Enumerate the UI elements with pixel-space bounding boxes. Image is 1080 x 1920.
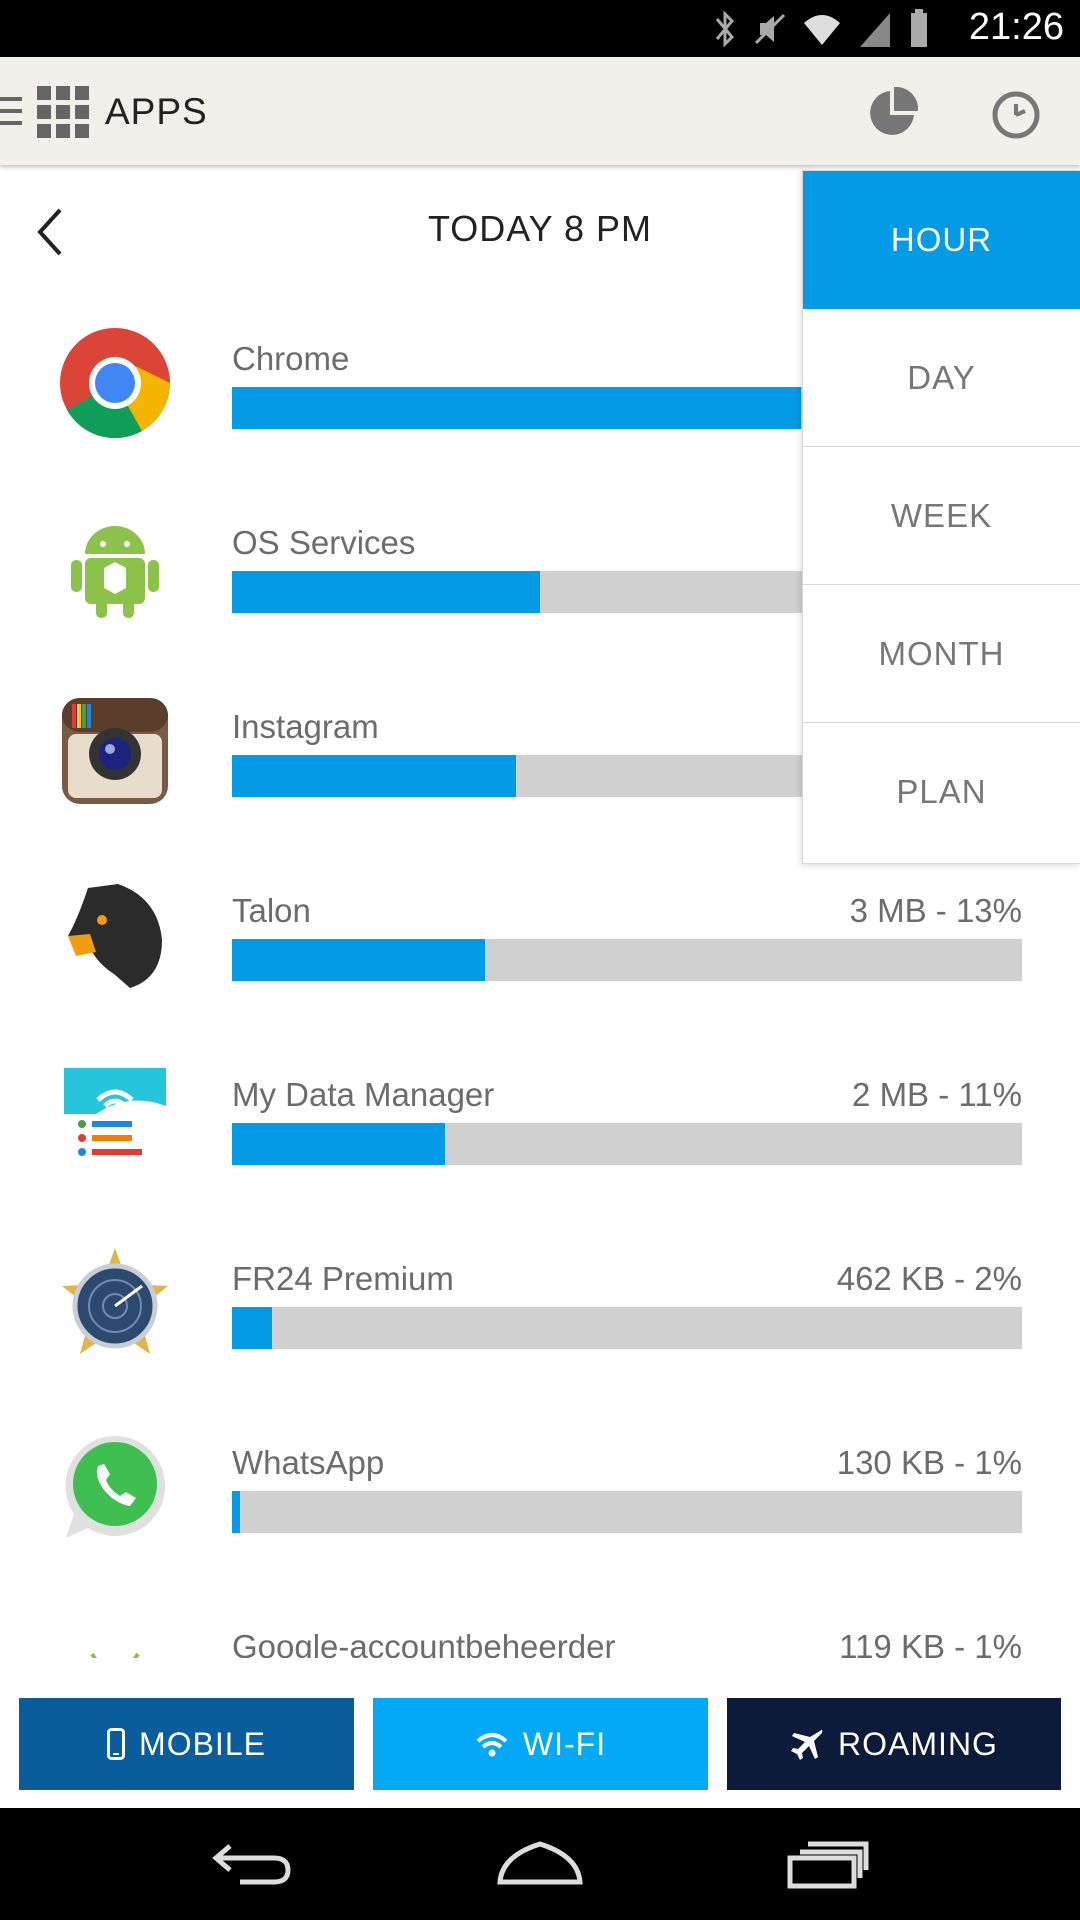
- clock-icon[interactable]: [990, 87, 1042, 139]
- app-name: Google-accountbeheerder: [232, 1628, 616, 1658]
- app-name: Instagram: [232, 708, 379, 745]
- whatsapp-icon: [65, 1435, 166, 1538]
- instagram-icon: [62, 698, 168, 804]
- home-icon[interactable]: [496, 1838, 584, 1890]
- apps-grid-icon: [37, 86, 89, 138]
- period-option-day[interactable]: DAY: [803, 309, 1080, 447]
- chrome-icon: [60, 328, 171, 439]
- tab-label: ROAMING: [838, 1725, 998, 1762]
- usage-bar: [232, 1123, 1022, 1165]
- app-name: FR24 Premium: [232, 1260, 454, 1297]
- menu-icon[interactable]: [0, 97, 22, 127]
- wifi-icon: [476, 1733, 508, 1757]
- app-name: Talon: [232, 892, 311, 929]
- usage-bar-fill: [232, 387, 801, 429]
- status-bar: 21:26: [0, 0, 1080, 57]
- my-data-manager-icon: [64, 1068, 166, 1168]
- app-usage: 2 MB - 11%: [852, 1076, 1022, 1113]
- status-icons: [712, 8, 930, 50]
- phone-icon: [107, 1728, 126, 1760]
- usage-bar-fill: [232, 1491, 240, 1533]
- app-usage: 462 KB - 2%: [836, 1260, 1022, 1297]
- period-option-hour[interactable]: HOUR: [803, 171, 1080, 309]
- usage-bar-fill: [232, 755, 517, 797]
- bluetooth-icon: [715, 10, 735, 48]
- tab-wifi[interactable]: WI-FI: [373, 1698, 708, 1790]
- network-tabs: MOBILE WI-FI ROAMING: [0, 1660, 1080, 1808]
- list-item[interactable]: Talon 3 MB - 13%: [0, 842, 1080, 1026]
- usage-bar: [232, 1491, 1022, 1533]
- period-option-week[interactable]: WEEK: [803, 447, 1080, 585]
- usage-bar: [232, 1307, 1022, 1349]
- usage-bar-fill: [232, 1123, 446, 1165]
- fr24-icon: [62, 1248, 168, 1354]
- status-time: 21:26: [968, 6, 1064, 48]
- page-title: APPS: [105, 91, 208, 132]
- navigation-bar: [0, 1808, 1080, 1920]
- battery-icon: [911, 9, 927, 47]
- android-icon: [90, 1652, 140, 1658]
- app-name: Chrome: [232, 340, 350, 377]
- back-icon[interactable]: [210, 1838, 294, 1890]
- tab-label: MOBILE: [139, 1725, 266, 1762]
- period-option-month[interactable]: MONTH: [803, 585, 1080, 723]
- android-os-icon: [71, 526, 159, 618]
- cell-signal-icon: [860, 13, 890, 47]
- tab-label: WI-FI: [522, 1725, 607, 1762]
- app-bar: APPS: [0, 57, 1080, 165]
- list-item[interactable]: FR24 Premium 462 KB - 2%: [0, 1210, 1080, 1394]
- airplane-icon: [791, 1729, 823, 1760]
- app-usage: 3 MB - 13%: [849, 892, 1022, 929]
- app-usage: 130 KB - 1%: [836, 1444, 1022, 1481]
- app-usage: 119 KB - 1%: [839, 1628, 1022, 1658]
- tab-mobile[interactable]: MOBILE: [19, 1698, 354, 1790]
- list-item[interactable]: Google-accountbeheerder 119 KB - 1%: [0, 1578, 1080, 1658]
- app-name: OS Services: [232, 524, 416, 561]
- usage-bar-fill: [232, 1307, 272, 1349]
- period-dropdown: HOUR DAY WEEK MONTH PLAN: [802, 170, 1080, 864]
- talon-icon: [68, 884, 162, 988]
- period-option-plan[interactable]: PLAN: [803, 723, 1080, 861]
- app-name: My Data Manager: [232, 1076, 495, 1113]
- list-item[interactable]: My Data Manager 2 MB - 11%: [0, 1026, 1080, 1210]
- usage-bar-fill: [232, 571, 541, 613]
- recents-icon[interactable]: [786, 1838, 870, 1890]
- mute-icon: [754, 13, 786, 45]
- app-name: WhatsApp: [232, 1444, 385, 1481]
- wifi-signal-icon: [804, 15, 840, 45]
- usage-bar-fill: [232, 939, 485, 981]
- usage-bar: [232, 939, 1022, 981]
- pie-chart-icon[interactable]: [866, 87, 918, 139]
- list-item[interactable]: WhatsApp 130 KB - 1%: [0, 1394, 1080, 1578]
- tab-roaming[interactable]: ROAMING: [727, 1698, 1061, 1790]
